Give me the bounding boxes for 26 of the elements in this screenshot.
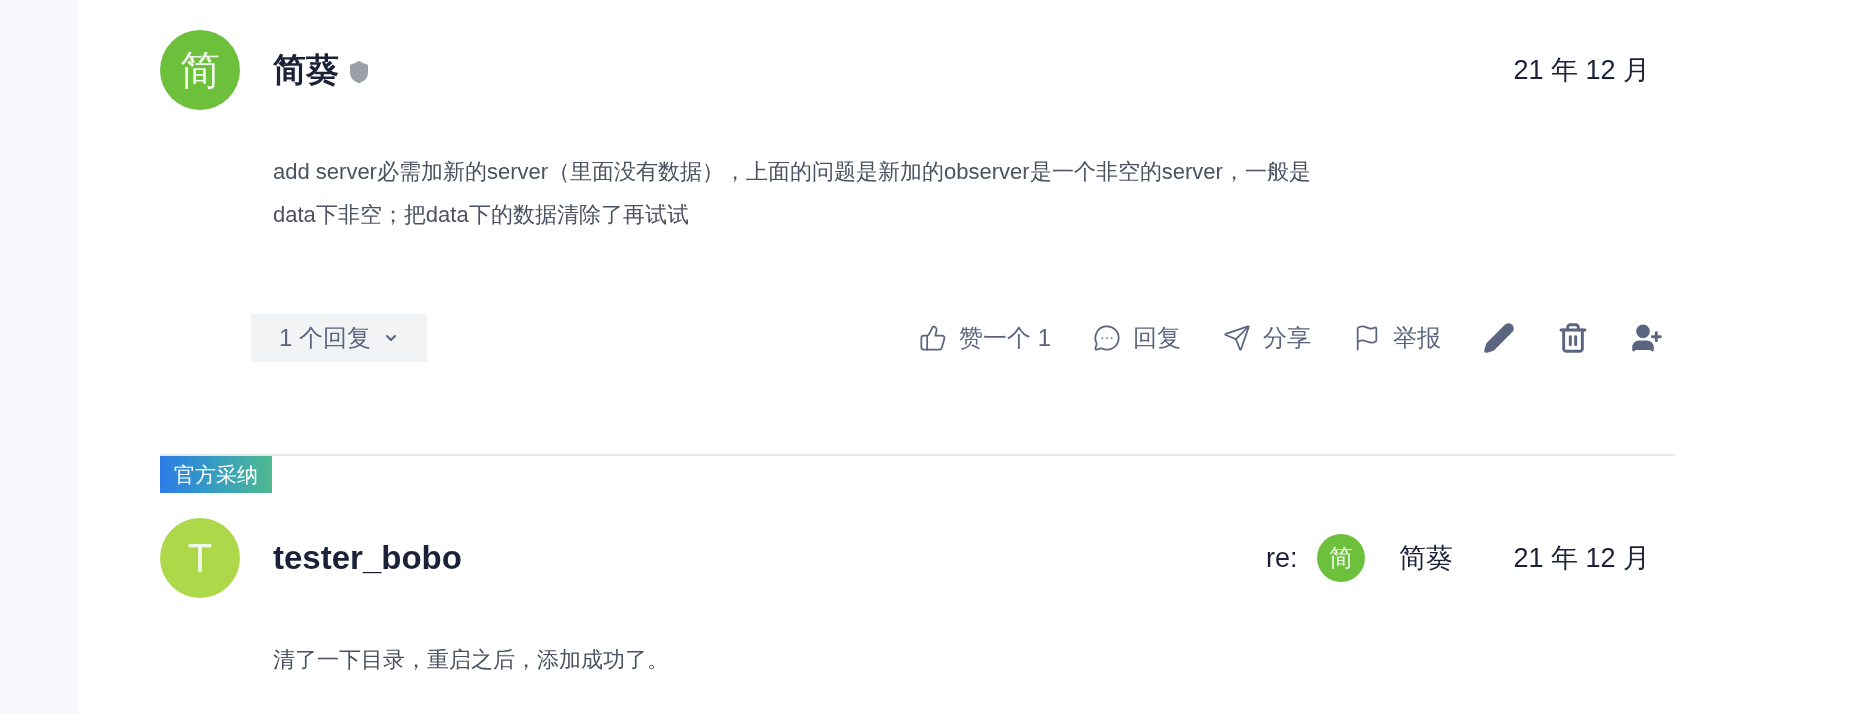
avatar-initial: 简 <box>180 47 220 94</box>
report-button[interactable]: 举报 <box>1353 320 1441 356</box>
paper-plane-icon <box>1223 324 1251 352</box>
accepted-badge: 官方采纳 <box>160 456 272 493</box>
avatar-initial: 简 <box>1329 543 1354 573</box>
author-name[interactable]: tester_bobo <box>273 533 462 583</box>
replies-toggle[interactable]: 1 个回复 <box>251 314 427 362</box>
delete-button[interactable] <box>1557 322 1589 354</box>
add-user-icon <box>1631 322 1663 354</box>
thumbs-up-icon <box>919 324 947 352</box>
follow-button[interactable] <box>1631 322 1663 354</box>
pencil-icon <box>1483 322 1515 354</box>
trash-icon <box>1557 322 1589 354</box>
reply-prefix: re: <box>1265 541 1298 575</box>
chat-bubble-icon <box>1093 324 1121 352</box>
share-button[interactable]: 分享 <box>1223 320 1311 356</box>
edit-button[interactable] <box>1483 322 1515 354</box>
author-name[interactable]: 简葵 <box>273 45 339 95</box>
avatar-initial: T <box>187 535 213 582</box>
reply-button[interactable]: 回复 <box>1093 320 1181 356</box>
like-button[interactable]: 赞一个 1 <box>919 320 1051 356</box>
comment-body: add server必需加新的server（里面没有数据），上面的问题是新加的observer是一个非空的server，一般是data下非空；把data下的数据清除了再试试 <box>273 158 1312 229</box>
comment-body: 清了一下目录，重启之后，添加成功了。 <box>273 646 670 674</box>
comment-date: 21 年 12 月 <box>1513 53 1650 87</box>
reply-to-name[interactable]: 简葵 <box>1399 537 1454 579</box>
comment-date: 21 年 12 月 <box>1513 541 1650 575</box>
